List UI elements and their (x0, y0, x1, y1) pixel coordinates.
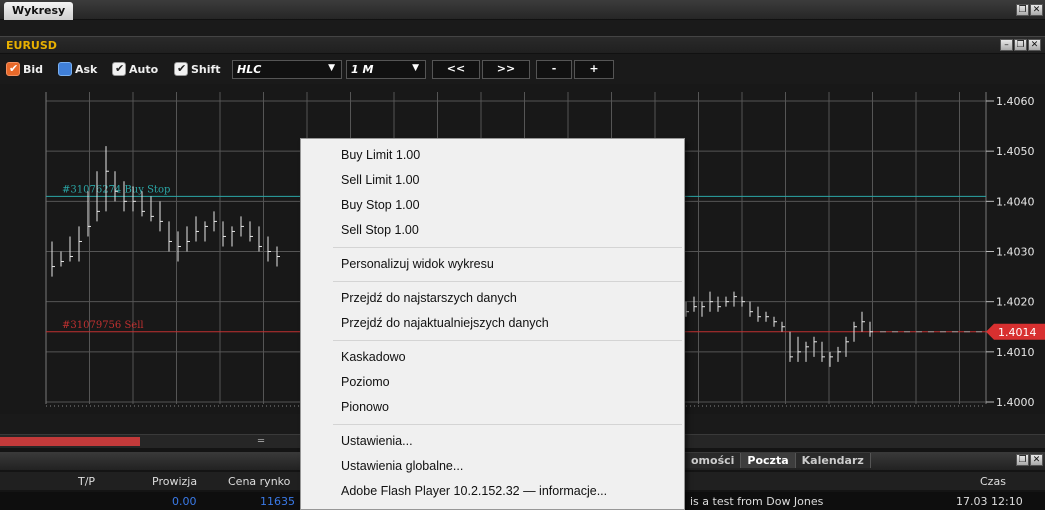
restore-icon[interactable]: ❐ (1016, 454, 1029, 466)
news-headline-cell[interactable]: is a test from Dow Jones (690, 495, 823, 508)
x-tick-label: 17 Mar 11:16 (200, 412, 279, 414)
menu-item[interactable]: Sell Stop 1.00 (301, 218, 684, 243)
resize-grip-icon[interactable]: ═ (258, 436, 264, 447)
checkmark-icon: ✔ (115, 62, 125, 75)
checkmark-icon: ✔ (9, 62, 19, 75)
y-tick-label: 1.4050 (996, 145, 1035, 158)
chart-type-select[interactable]: HLC ▼ (232, 60, 342, 79)
menu-item[interactable]: Sell Limit 1.00 (301, 168, 684, 193)
chart-window-controls: – ❐ ✕ (1000, 39, 1041, 51)
x-tick-label: 17 Mar 10:54 (8, 412, 88, 414)
x-tick-label: 17 Mar 11:05 (104, 412, 183, 414)
chevron-down-icon: ▼ (328, 63, 335, 73)
chart-context-menu: Buy Limit 1.00 Sell Limit 1.00 Buy Stop 1.… (300, 138, 685, 510)
zoom-out-button[interactable]: - (536, 60, 572, 79)
chart-symbol-title: EURUSD (6, 39, 57, 52)
auto-checkbox[interactable]: ✔ (112, 62, 126, 76)
menu-item[interactable]: Pionowo (301, 395, 684, 420)
menu-item[interactable]: Kaskadowo (301, 345, 684, 370)
ask-checkbox[interactable] (58, 62, 72, 76)
ask-label: Ask (75, 62, 98, 76)
y-tick-label: 1.4030 (996, 246, 1035, 259)
auto-label: Auto (129, 62, 159, 76)
x-tick-label: Mar 12:11 (688, 412, 748, 414)
chart-window-titlebar: EURUSD – ❐ ✕ (0, 36, 1045, 54)
menu-separator (333, 424, 682, 425)
menu-item[interactable]: Poziomo (301, 370, 684, 395)
zoom-in-button[interactable]: + (574, 60, 614, 79)
column-header-tp[interactable]: T/P (78, 475, 95, 488)
menu-item[interactable]: Adobe Flash Player 10.2.152.32 — informa… (301, 479, 684, 504)
restore-icon[interactable]: ❐ (1014, 39, 1027, 51)
bid-checkbox[interactable]: ✔ (6, 62, 20, 76)
menu-item[interactable]: Przejdź do najstarszych danych (301, 286, 684, 311)
shift-toggle[interactable]: ✔ Shift (174, 62, 221, 76)
panel-controls: ❐ ✕ (1016, 454, 1043, 466)
menu-separator (333, 340, 682, 341)
close-icon[interactable]: ✕ (1030, 4, 1043, 16)
menu-item[interactable]: Buy Limit 1.00 (301, 143, 684, 168)
charts-tab[interactable]: Wykresy (4, 2, 74, 20)
column-header-commission[interactable]: Prowizja (152, 475, 197, 488)
menu-item[interactable]: Ustawienia globalne... (301, 454, 684, 479)
timeframe-select[interactable]: 1 M ▼ (346, 60, 426, 79)
column-header-market-price[interactable]: Cena rynko (228, 475, 290, 488)
minimize-icon[interactable]: – (1000, 39, 1013, 51)
ask-toggle[interactable]: Ask (58, 62, 97, 76)
menu-item[interactable]: Personalizuj widok wykresu (301, 252, 684, 277)
chart-toolbar: ✔ Bid Ask ✔ Auto ✔ Shift HLC ▼ 1 M ▼ << … (0, 58, 1045, 82)
menu-item[interactable]: Buy Stop 1.00 (301, 193, 684, 218)
y-tick-label: 1.4020 (996, 296, 1035, 309)
scroll-back-button[interactable]: << (432, 60, 480, 79)
tab-calendar[interactable]: Kalendarz (795, 453, 871, 468)
bid-label: Bid (23, 62, 44, 76)
auto-toggle[interactable]: ✔ Auto (112, 62, 158, 76)
y-tick-label: 1.4010 (996, 346, 1035, 359)
tab-news[interactable]: omości (685, 453, 742, 468)
news-time-cell: 17.03 12:10 (956, 495, 1023, 508)
menu-item[interactable]: Ustawienia... (301, 429, 684, 454)
chart-type-value: HLC (237, 63, 262, 76)
scrollbar-thumb[interactable] (0, 437, 140, 446)
column-header-time[interactable]: Czas (980, 475, 1006, 488)
close-icon[interactable]: ✕ (1030, 454, 1043, 466)
close-icon[interactable]: ✕ (1028, 39, 1041, 51)
window-controls: ❐ ✕ (1016, 4, 1043, 16)
current-price-label: 1.4014 (998, 326, 1037, 339)
market-price-cell: 11635 (260, 495, 295, 508)
x-tick-label: 17 Mar 12:23 (789, 412, 868, 414)
restore-icon[interactable]: ❐ (1016, 4, 1029, 16)
menu-item[interactable]: Przejdź do najaktualniejszych danych (301, 311, 684, 336)
shift-checkbox[interactable]: ✔ (174, 62, 188, 76)
timeframe-value: 1 M (351, 63, 374, 76)
menu-separator (333, 281, 682, 282)
tab-mail[interactable]: Poczta (741, 453, 796, 468)
menu-separator (333, 247, 682, 248)
y-tick-label: 1.4040 (996, 195, 1035, 208)
panel-tabs: omości Poczta Kalendarz (685, 453, 871, 468)
order-label: #31076274 Buy Stop (62, 184, 170, 195)
y-tick-label: 1.4000 (996, 396, 1035, 409)
checkmark-icon: ✔ (177, 62, 187, 75)
chevron-down-icon: ▼ (412, 63, 419, 73)
x-tick-label: 17 Mar 12:34 (866, 412, 946, 414)
scroll-forward-button[interactable]: >> (482, 60, 530, 79)
charts-window-titlebar: Wykresy ❐ ✕ (0, 0, 1045, 20)
order-label: #31079756 Sell (62, 320, 144, 331)
shift-label: Shift (191, 62, 221, 76)
commission-cell: 0.00 (172, 495, 197, 508)
bid-toggle[interactable]: ✔ Bid (6, 62, 43, 76)
y-tick-label: 1.4060 (996, 95, 1035, 108)
